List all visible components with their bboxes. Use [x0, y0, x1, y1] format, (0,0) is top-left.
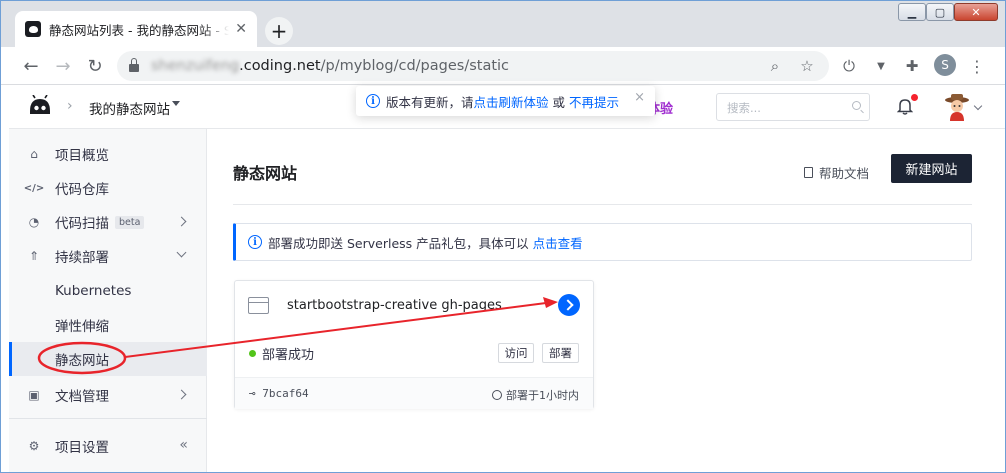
book-icon: ▣ — [28, 388, 40, 402]
new-tab-button[interactable]: + — [265, 17, 293, 45]
caret-down-icon[interactable] — [172, 101, 180, 106]
browser-toolbar: ← → ↻ shenzuifeng.coding.net/p/myblog/cd… — [1, 47, 1005, 85]
sidebar-item-label: 文档管理 — [55, 389, 109, 405]
search-input[interactable]: 搜索... — [716, 93, 870, 121]
forward-button[interactable]: → — [51, 54, 75, 78]
sidebar-item-overview[interactable]: ⌂ 项目概览 — [9, 137, 207, 171]
sidebar-item-continuous-deploy[interactable]: ⇑ 持续部署 — [9, 239, 207, 273]
chevron-right-icon — [176, 389, 187, 400]
dismiss-link[interactable]: 不再提示 — [569, 92, 619, 111]
new-site-button[interactable]: 新建网站 — [891, 154, 972, 183]
deploy-button[interactable]: 部署 — [542, 343, 579, 363]
url-text: shenzuifeng.coding.net/p/myblog/cd/pages… — [151, 58, 510, 74]
notice-text: 部署成功即送 Serverless 产品礼包，具体可以 — [268, 235, 529, 251]
sidebar-item-label: 项目设置 — [55, 440, 109, 456]
sidebar-item-docs[interactable]: ▣ 文档管理 — [9, 378, 207, 412]
help-label: 帮助文档 — [819, 166, 870, 181]
website-icon — [248, 297, 269, 314]
open-site-button[interactable] — [558, 294, 580, 316]
tab-title: 静态网站列表 - 我的静态网站 - S — [49, 22, 230, 38]
sidebar-item-label: 静态网站 — [55, 353, 109, 369]
tab-strip: 静态网站列表 - 我的静态网站 - S ✕ + ▁ ▢ ✕ — [1, 1, 1005, 47]
chevron-down-icon — [176, 247, 187, 258]
chevron-right-icon: › — [67, 98, 73, 114]
book-icon — [804, 167, 813, 178]
sidebar-item-label: Kubernetes — [55, 283, 132, 299]
toast-message: 版本有更新，请 — [386, 94, 474, 110]
gear-icon: ⚙ — [28, 439, 40, 453]
refresh-link[interactable]: 点击刷新体验 — [474, 92, 549, 111]
sidebar-item-label: 弹性伸缩 — [55, 319, 109, 335]
active-tab[interactable]: 静态网站列表 - 我的静态网站 - S ✕ — [15, 11, 257, 47]
scan-icon: ◔ — [28, 215, 40, 229]
site-card[interactable]: startbootstrap-creative gh-pages 部署成功 访问… — [234, 280, 594, 409]
power-extension-icon[interactable]: ⏻ — [837, 54, 861, 78]
collapse-sidebar-icon[interactable]: « — [179, 437, 188, 453]
address-bar[interactable]: shenzuifeng.coding.net/p/myblog/cd/pages… — [117, 51, 829, 81]
rocket-icon: ⇑ — [28, 249, 40, 263]
sidebar-item-code-repo[interactable]: </> 代码仓库 — [9, 171, 207, 205]
tab-close-icon[interactable]: ✕ — [235, 21, 247, 37]
promo-notice: i 部署成功即送 Serverless 产品礼包，具体可以 点击查看 — [233, 223, 972, 261]
back-button[interactable]: ← — [19, 54, 43, 78]
sidebar-item-autoscaling[interactable]: 弹性伸缩 — [9, 308, 207, 342]
maximize-button[interactable]: ▢ — [926, 3, 954, 21]
sidebar-item-kubernetes[interactable]: Kubernetes — [9, 274, 207, 308]
sidebar-item-label: 持续部署 — [55, 250, 109, 266]
clock-icon — [492, 390, 502, 400]
main-content: 静态网站 帮助文档 新建网站 i 部署成功即送 Serverless 产品礼包，… — [208, 129, 1005, 472]
reload-button[interactable]: ↻ — [83, 54, 107, 78]
info-icon: i — [248, 235, 262, 249]
home-icon: ⌂ — [30, 147, 38, 161]
coding-logo-icon[interactable] — [27, 95, 53, 119]
user-avatar[interactable] — [944, 93, 970, 121]
puzzle-extensions-icon[interactable]: ✚ — [900, 54, 924, 78]
deploy-time: 部署于1小时内 — [492, 387, 579, 403]
sidebar-item-label: 代码仓库 — [55, 182, 109, 198]
kebab-menu-icon[interactable]: ⋮ — [965, 54, 989, 78]
header-divider — [233, 204, 972, 205]
search-icon — [852, 101, 861, 110]
info-icon: i — [366, 94, 380, 108]
extension-dropdown-icon[interactable]: ▼ — [869, 54, 893, 78]
bookmark-star-icon[interactable]: ☆ — [797, 56, 817, 76]
chevron-right-icon — [176, 216, 187, 227]
profile-avatar[interactable]: S — [934, 54, 956, 76]
sidebar-item-label: 项目概览 — [55, 148, 109, 164]
status-dot — [249, 350, 256, 357]
project-name[interactable]: 我的静态网站 — [89, 98, 170, 118]
sidebar: ⌂ 项目概览 </> 代码仓库 ◔ 代码扫描 beta ⇑ 持续部署 Kuber… — [9, 129, 207, 472]
sidebar-item-settings[interactable]: ⚙ 项目设置 — [9, 429, 207, 463]
help-docs-link[interactable]: 帮助文档 — [804, 163, 869, 182]
sidebar-divider — [9, 418, 207, 419]
notification-dot — [911, 94, 918, 101]
update-toast: i 版本有更新，请 点击刷新体验 或 不再提示 × — [356, 86, 655, 116]
toast-or: 或 — [552, 94, 566, 110]
site-name[interactable]: startbootstrap-creative gh-pages — [287, 298, 502, 313]
sidebar-item-label: 代码扫描 — [55, 216, 109, 232]
chevron-down-icon[interactable] — [973, 101, 983, 111]
minimize-button[interactable]: ▁ — [898, 3, 926, 21]
status-text: 部署成功 — [262, 348, 315, 363]
card-footer: ⊸ 7bcaf64 部署于1小时内 — [235, 377, 593, 409]
sidebar-item-static-site[interactable]: 静态网站 — [9, 342, 207, 376]
commit-hash: ⊸ 7bcaf64 — [249, 387, 309, 400]
notice-link[interactable]: 点击查看 — [533, 233, 583, 252]
toast-close-icon[interactable]: × — [634, 90, 645, 105]
close-window-button[interactable]: ✕ — [954, 3, 998, 21]
browser-window: 静态网站列表 - 我的静态网站 - S ✕ + ▁ ▢ ✕ ← → ↻ shen… — [0, 0, 1006, 473]
bell-icon[interactable] — [897, 97, 913, 115]
zoom-icon[interactable]: ⌕ — [765, 56, 785, 76]
search-placeholder: 搜索... — [727, 101, 761, 115]
lock-icon — [129, 58, 139, 72]
code-icon: </> — [23, 182, 45, 194]
beta-badge: beta — [115, 215, 145, 229]
commit-hash-text: 7bcaf64 — [262, 387, 309, 400]
deploy-time-text: 部署于1小时内 — [506, 389, 579, 402]
coding-favicon-icon — [25, 21, 41, 37]
visit-button[interactable]: 访问 — [498, 343, 534, 363]
sidebar-item-code-scan[interactable]: ◔ 代码扫描 beta — [9, 205, 207, 239]
page-title: 静态网站 — [233, 164, 298, 183]
